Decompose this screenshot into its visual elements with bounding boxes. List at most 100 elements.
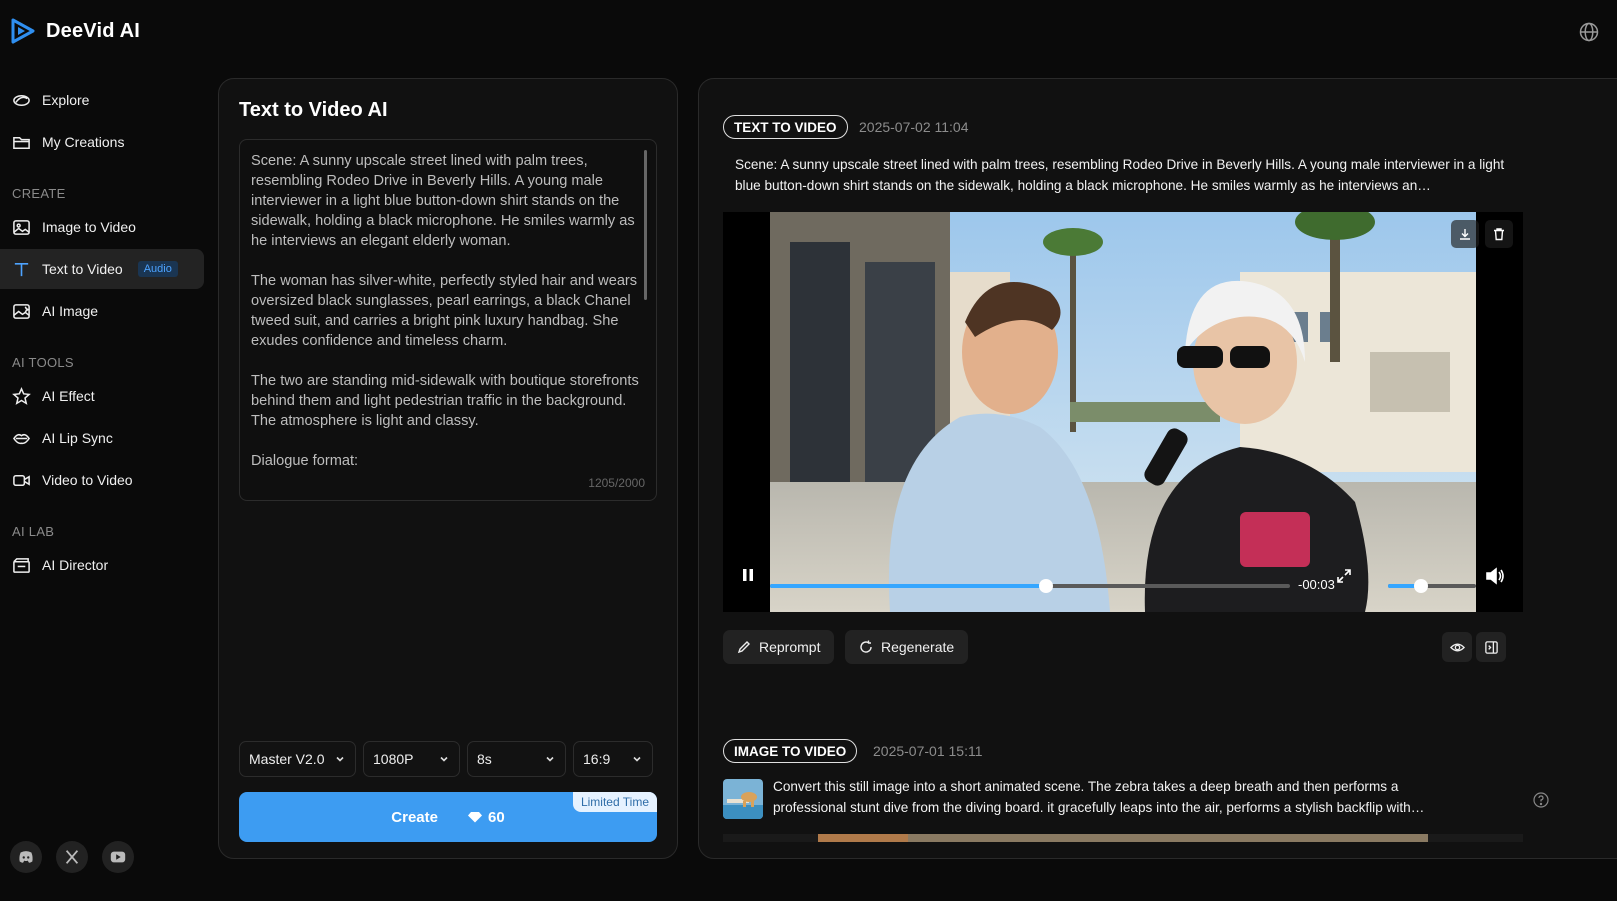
trash-icon <box>1494 228 1504 241</box>
video-camera-icon <box>13 474 30 486</box>
reprompt-button[interactable]: Reprompt <box>723 630 835 664</box>
folder-icon <box>13 136 30 149</box>
social-links <box>10 841 134 873</box>
create-button[interactable]: Create 60 Limited Time <box>239 792 657 842</box>
language-globe-icon[interactable] <box>1579 22 1599 42</box>
sidebar-item-ai-image[interactable]: AI Image <box>0 291 204 331</box>
aspect-value: 16:9 <box>583 751 611 767</box>
video-frame <box>770 212 1476 612</box>
sidebar-item-video-to-video[interactable]: Video to Video <box>0 460 204 500</box>
download-icon <box>1460 229 1470 240</box>
prompt-scrollbar[interactable] <box>644 150 647 300</box>
sparkle-icon <box>12 386 31 405</box>
eye-icon <box>1449 643 1465 651</box>
resolution-select[interactable]: 1080P <box>363 741 460 777</box>
image-icon <box>13 219 30 235</box>
sidebar-item-label: Image to Video <box>42 219 136 235</box>
download-button[interactable] <box>1451 220 1479 248</box>
audio-badge: Audio <box>137 261 178 277</box>
app-name: DeeVid AI <box>46 19 141 42</box>
help-icon[interactable] <box>1533 792 1549 808</box>
resolution-value: 1080P <box>373 751 414 767</box>
diamond-icon <box>468 812 482 823</box>
credit-cost: 60 <box>488 808 505 826</box>
sidebar-item-image-to-video[interactable]: Image to Video <box>0 207 204 247</box>
time-remaining: -00:03 <box>1298 577 1335 592</box>
fullscreen-icon[interactable] <box>1335 567 1353 585</box>
video-preview-strip <box>723 834 1523 842</box>
sidebar-item-my-creations[interactable]: My Creations <box>0 122 204 162</box>
progress-bar[interactable] <box>770 579 1290 593</box>
task-prompt: Convert this still image into a short an… <box>773 779 1425 815</box>
limited-time-badge: Limited Time <box>572 792 657 812</box>
app-logo[interactable]: DeeVid AI <box>10 18 140 44</box>
generation-options: Master V2.0 1080P 8s 16:9 <box>239 741 653 777</box>
video-player[interactable]: -00:03 <box>723 212 1523 612</box>
model-select[interactable]: Master V2.0 <box>239 741 356 777</box>
x-icon <box>65 850 79 864</box>
sidebar-item-label: My Creations <box>42 134 125 150</box>
visibility-button[interactable] <box>1442 632 1472 662</box>
aspect-select[interactable]: 16:9 <box>573 741 653 777</box>
progress-knob[interactable] <box>1038 579 1053 593</box>
sidebar-item-ai-lip-sync[interactable]: AI Lip Sync <box>0 418 204 458</box>
page-title: Text to Video AI <box>239 99 388 121</box>
prompt-text: Scene: A sunny upscale street lined with… <box>251 153 639 469</box>
ai-image-icon <box>13 303 30 319</box>
history-panel: TEXT TO VIDEO 2025-07-02 11:04 Scene: A … <box>698 78 1617 859</box>
model-value: Master V2.0 <box>249 751 325 767</box>
section-ai-lab-title: AI LAB <box>12 524 55 539</box>
extend-button[interactable] <box>1476 632 1506 662</box>
regenerate-button[interactable]: Regenerate <box>845 630 969 664</box>
chevron-down-icon <box>633 756 641 762</box>
chevron-down-icon <box>336 756 344 762</box>
director-icon <box>13 557 30 573</box>
duration-select[interactable]: 8s <box>467 741 566 777</box>
sidebar-item-label: Text to Video <box>42 261 123 277</box>
section-ai-tools-title: AI TOOLS <box>12 355 74 370</box>
youtube-link[interactable] <box>102 841 134 873</box>
explore-icon <box>13 94 30 106</box>
sidebar: Explore My Creations CREATE Image to Vid… <box>0 78 212 587</box>
sidebar-item-text-to-video[interactable]: Text to Video Audio <box>0 249 204 289</box>
volume-slider[interactable] <box>1388 579 1476 593</box>
sidebar-item-explore[interactable]: Explore <box>0 80 204 120</box>
task-type-tag: IMAGE TO VIDEO <box>723 739 858 763</box>
task-date: 2025-07-02 11:04 <box>859 119 969 135</box>
chevron-down-icon <box>440 756 448 762</box>
reprompt-label: Reprompt <box>759 639 821 655</box>
zebra-thumbnail-image <box>723 779 763 819</box>
chevron-down-icon <box>546 756 554 762</box>
panel-icon <box>1484 640 1498 654</box>
prompt-textarea[interactable]: Scene: A sunny upscale street lined with… <box>239 139 657 501</box>
duration-value: 8s <box>477 751 492 767</box>
delete-button[interactable] <box>1485 220 1513 248</box>
section-create-title: CREATE <box>12 186 66 201</box>
source-thumbnail[interactable] <box>723 779 763 819</box>
x-link[interactable] <box>56 841 88 873</box>
regenerate-label: Regenerate <box>881 639 955 655</box>
logo-icon <box>11 18 35 44</box>
pause-icon[interactable] <box>740 567 756 583</box>
pencil-icon <box>737 641 750 654</box>
task-date: 2025-07-01 15:11 <box>873 743 983 759</box>
create-label: Create <box>391 808 438 826</box>
sidebar-item-label: AI Image <box>42 303 99 319</box>
sidebar-item-ai-director[interactable]: AI Director <box>0 545 204 585</box>
discord-icon <box>19 851 33 863</box>
volume-icon[interactable] <box>1485 567 1505 585</box>
sidebar-item-label: AI Director <box>42 557 109 573</box>
discord-link[interactable] <box>10 841 42 873</box>
editor-panel: Text to Video AI Scene: A sunny upscale … <box>218 78 678 859</box>
task-type-tag: TEXT TO VIDEO <box>723 115 848 139</box>
sidebar-item-ai-effect[interactable]: AI Effect <box>0 376 204 416</box>
sidebar-item-label: AI Lip Sync <box>42 430 113 446</box>
sidebar-item-label: Video to Video <box>42 472 133 488</box>
text-icon <box>14 262 29 276</box>
sidebar-item-label: AI Effect <box>42 388 95 404</box>
create-cost: 60 <box>468 809 505 826</box>
char-count: 1205/2000 <box>588 476 645 490</box>
task-prompt: Scene: A sunny upscale street lined with… <box>735 157 1505 193</box>
progress-fill <box>770 584 1046 588</box>
youtube-icon <box>110 851 126 863</box>
